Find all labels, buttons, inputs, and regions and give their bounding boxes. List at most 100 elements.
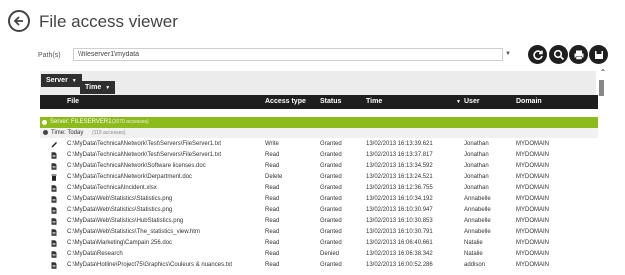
cell-access-type: Write xyxy=(265,141,279,147)
chevron-down-icon[interactable]: ▼ xyxy=(105,85,110,91)
cell-status: Granted xyxy=(320,196,342,202)
refresh-button[interactable] xyxy=(528,45,547,64)
pencil-icon xyxy=(51,142,57,148)
group-chip-server[interactable]: Server ▼ xyxy=(41,74,82,87)
path-label: Path(s) xyxy=(38,52,61,59)
path-dropdown-icon[interactable]: ▼ xyxy=(505,51,511,57)
table-row[interactable]: C:\MyData\Web\Statistics\HubStatistics.p… xyxy=(40,217,598,227)
cell-user: Annabelle xyxy=(464,218,491,224)
cell-file: C:\MyData\Technical\Network\Test\Servers… xyxy=(67,141,222,147)
cell-access-type: Read xyxy=(265,163,280,169)
cell-file: C:\MyData\Research xyxy=(67,251,123,257)
scroll-up-button[interactable]: ⌃ xyxy=(598,68,608,78)
cell-status: Granted xyxy=(320,229,342,235)
server-group-count: (3070 accesses) xyxy=(112,119,149,125)
table-row[interactable]: C:\MyData\Technical\Network\Software lic… xyxy=(40,162,598,172)
collapse-icon[interactable] xyxy=(42,120,47,125)
cell-status: Granted xyxy=(320,174,342,180)
cell-time: 13/02/2013 16:00:52.286 xyxy=(366,262,433,268)
cell-user: Jonathan xyxy=(464,163,489,169)
table-row[interactable]: C:\MyData\Research Read Denied 13/02/2013 1… xyxy=(40,250,598,260)
cell-domain: MYDOMAIN xyxy=(516,251,549,257)
cell-time: 13/02/2013 16:13:37.817 xyxy=(366,152,433,158)
cell-user: Annabelle xyxy=(464,207,491,213)
cell-access-type: Read xyxy=(265,218,280,224)
cell-time: 13/02/2013 16:10:30.853 xyxy=(366,218,433,224)
document-icon xyxy=(51,196,57,203)
cell-domain: MYDOMAIN xyxy=(516,229,549,235)
table-row[interactable]: C:\MyData\Web\Statistics\Statistics.png R… xyxy=(40,195,598,205)
cell-access-type: Delete xyxy=(265,174,283,180)
scrollbar-thumb[interactable] xyxy=(599,80,604,96)
cell-user: Annabelle xyxy=(464,196,491,202)
cell-access-type: Read xyxy=(265,152,280,158)
table-row[interactable]: C:\MyData\Web\Statistics\The_statistics_… xyxy=(40,228,598,238)
table-row[interactable]: C:\MyData\Technical\Network\Test\Servers… xyxy=(40,151,598,161)
time-group-row[interactable]: Time: Today (119 accesses) xyxy=(40,128,598,138)
cell-domain: MYDOMAIN xyxy=(516,152,549,158)
cell-file: C:\MyData\Technical\Incident.xlsx xyxy=(67,185,157,191)
cell-status: Granted xyxy=(320,163,342,169)
cell-domain: MYDOMAIN xyxy=(516,240,549,246)
column-status[interactable]: Status xyxy=(320,98,341,105)
cell-access-type: Read xyxy=(265,229,280,235)
cell-file: C:\MyData\Web\Statistics\The_statistics_… xyxy=(67,229,200,235)
cell-status: Granted xyxy=(320,152,342,158)
column-file[interactable]: File xyxy=(67,98,79,105)
cell-file: C:\MyData\Technical\Network\Software lic… xyxy=(67,163,206,169)
cell-domain: MYDOMAIN xyxy=(516,196,549,202)
table-row[interactable]: C:\MyData\Hotline\Project75\Graphics\Cou… xyxy=(40,261,598,271)
cell-file: C:\MyData\Web\Statistics\Statistics.png xyxy=(67,196,173,202)
cell-domain: MYDOMAIN xyxy=(516,174,549,180)
document-icon xyxy=(51,251,57,258)
table-row[interactable]: C:\MyData\Technical\Network\Test\Servers… xyxy=(40,140,598,150)
path-input[interactable] xyxy=(73,48,503,61)
refresh-icon xyxy=(532,49,543,60)
document-icon xyxy=(51,163,57,170)
save-button[interactable] xyxy=(589,45,608,64)
column-domain[interactable]: Domain xyxy=(516,98,542,105)
cell-time: 13/02/2013 16:12:36.755 xyxy=(366,185,433,191)
table-header: File Access type Status Time ▼ User Doma… xyxy=(40,95,598,109)
server-group-row[interactable]: Server: FILESERVER1 (3070 accesses) xyxy=(40,117,598,128)
cell-file: C:\MyData\Hotline\Project75\Graphics\Cou… xyxy=(67,262,233,268)
page-title: File access viewer xyxy=(39,12,178,31)
arrow-left-icon xyxy=(13,16,23,26)
back-button[interactable] xyxy=(8,10,30,32)
table-row[interactable]: C:\MyData\Web\Statistics\Statistics.png R… xyxy=(40,206,598,216)
table-row[interactable]: C:\MyData\Technical\Incident.xlsx Read Gra… xyxy=(40,184,598,194)
save-icon xyxy=(594,50,603,59)
chevron-down-icon[interactable]: ▼ xyxy=(72,78,77,84)
collapse-icon[interactable] xyxy=(43,130,48,135)
time-group-count: (119 accesses) xyxy=(92,130,126,136)
cell-time: 13/02/2013 16:10:34.192 xyxy=(366,196,433,202)
table-row[interactable]: C:\MyData\Marketing\Campain 256.doc Read G… xyxy=(40,239,598,249)
search-button[interactable] xyxy=(549,45,568,64)
cell-domain: MYDOMAIN xyxy=(516,207,549,213)
cell-access-type: Read xyxy=(265,196,280,202)
cell-time: 13/02/2013 16:13:24.521 xyxy=(366,174,433,180)
cell-user: Jonathan xyxy=(464,141,489,147)
print-button[interactable] xyxy=(569,45,588,64)
cell-status: Granted xyxy=(320,207,342,213)
table-row[interactable]: C:\MyData\Technical\Network\Derpartment.… xyxy=(40,173,598,183)
column-user[interactable]: User xyxy=(464,98,480,105)
group-chip-time[interactable]: Time ▼ xyxy=(80,81,116,94)
cell-file: C:\MyData\Technical\Network\Derpartment.… xyxy=(67,174,193,180)
cell-time: 13/02/2013 16:13:34.592 xyxy=(366,163,433,169)
column-time[interactable]: Time xyxy=(366,98,382,105)
cell-access-type: Read xyxy=(265,240,280,246)
cell-status: Granted xyxy=(320,240,342,246)
group-chip-time-label: Time xyxy=(85,84,102,91)
cell-user: Annabelle xyxy=(464,229,491,235)
column-access-type[interactable]: Access type xyxy=(265,98,306,105)
document-icon xyxy=(51,240,57,247)
document-icon xyxy=(51,262,57,269)
time-group-label: Time: Today xyxy=(51,130,84,136)
document-icon xyxy=(51,207,57,214)
cell-time: 13/02/2013 16:10:30.947 xyxy=(366,207,433,213)
cell-status: Granted xyxy=(320,141,342,147)
cell-domain: MYDOMAIN xyxy=(516,163,549,169)
trash-icon xyxy=(51,174,57,181)
cell-user: Natalie xyxy=(464,251,483,257)
